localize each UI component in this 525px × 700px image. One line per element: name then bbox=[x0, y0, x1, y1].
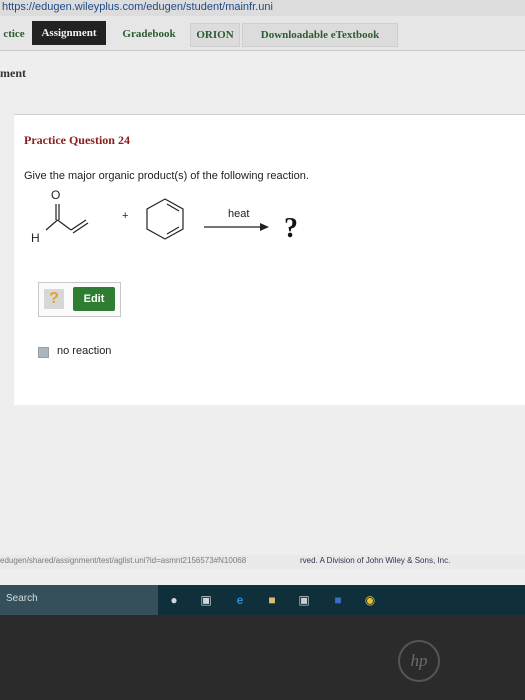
product-unknown: ? bbox=[284, 213, 298, 244]
section-title: ment bbox=[0, 66, 26, 80]
question-prompt: Give the major organic product(s) of the… bbox=[24, 170, 309, 182]
answer-box: ? Edit bbox=[38, 282, 121, 317]
taskbar-search-label: Search bbox=[6, 593, 38, 604]
status-url: edugen/shared/assignment/test/aglist.uni… bbox=[0, 556, 247, 565]
acrolein-structure: O H bbox=[31, 188, 89, 245]
screen: https://edugen.wileyplus.com/edugen/stud… bbox=[0, 0, 525, 615]
question-mark-icon: ? bbox=[44, 289, 64, 309]
chrome-icon[interactable]: ◉ bbox=[362, 592, 378, 608]
question-panel: Practice Question 24 Give the major orga… bbox=[14, 114, 525, 405]
tab-practice[interactable]: ctice bbox=[0, 23, 28, 45]
tab-gradebook[interactable]: Gradebook bbox=[112, 23, 186, 45]
no-reaction-checkbox[interactable] bbox=[38, 347, 49, 358]
copyright-text[interactable]: rved. A Division of John Wiley & Sons, I… bbox=[300, 556, 450, 565]
status-bar: edugen/shared/assignment/test/aglist.uni… bbox=[0, 555, 525, 569]
edit-button[interactable]: Edit bbox=[73, 287, 115, 311]
word-icon[interactable]: ■ bbox=[330, 592, 346, 608]
reaction-scheme: O H + heat ? bbox=[31, 188, 298, 245]
plus-sign: + bbox=[122, 210, 128, 222]
taskbar-search-box[interactable]: Search bbox=[0, 585, 158, 615]
store-icon[interactable]: ▣ bbox=[296, 592, 312, 608]
hp-logo: hp bbox=[398, 640, 440, 682]
question-title: Practice Question 24 bbox=[24, 133, 130, 147]
course-tab-bar: ctice Assignment Gradebook ORION Downloa… bbox=[0, 16, 525, 51]
cyclohexadiene-structure bbox=[146, 198, 184, 240]
task-view-icon[interactable]: ▣ bbox=[198, 592, 214, 608]
microphone-icon[interactable]: ● bbox=[166, 592, 182, 608]
windows-taskbar: Search ● ▣ e ■ ▣ ■ ◉ bbox=[0, 585, 525, 615]
address-bar[interactable]: https://edugen.wileyplus.com/edugen/stud… bbox=[0, 0, 525, 17]
address-url[interactable]: https://edugen.wileyplus.com/edugen/stud… bbox=[2, 1, 273, 13]
atom-o: O bbox=[51, 188, 60, 202]
no-reaction-label: no reaction bbox=[57, 345, 112, 357]
condition-label: heat bbox=[228, 208, 249, 220]
atom-h: H bbox=[31, 231, 40, 245]
tab-downloadable-etextbook[interactable]: Downloadable eTextbook bbox=[242, 23, 398, 47]
edge-icon[interactable]: e bbox=[232, 592, 248, 608]
arrow-head bbox=[260, 223, 269, 231]
tab-orion[interactable]: ORION bbox=[190, 23, 240, 47]
file-explorer-icon[interactable]: ■ bbox=[264, 592, 280, 608]
tab-assignment[interactable]: Assignment bbox=[32, 21, 106, 45]
